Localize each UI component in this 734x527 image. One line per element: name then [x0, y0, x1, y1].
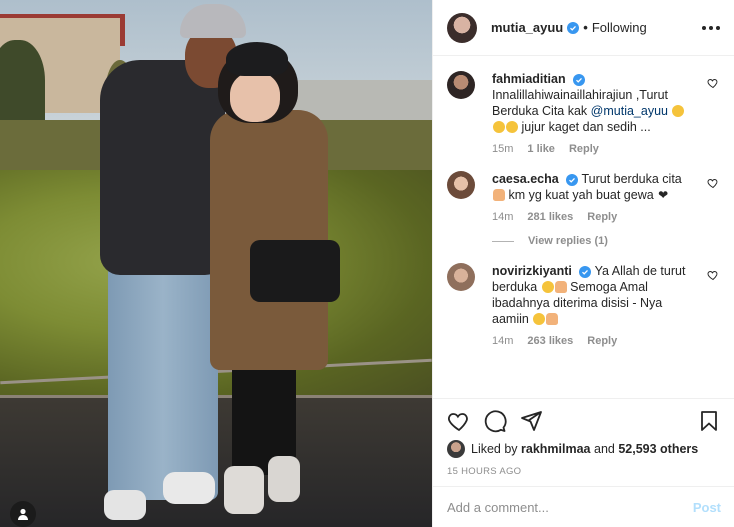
- man-shoe: [163, 472, 215, 504]
- photo-tree: [0, 40, 45, 130]
- comment-meta: 15m 1 like Reply: [492, 143, 702, 155]
- like-comment-heart-icon[interactable]: [707, 177, 719, 189]
- comment-content: jujur kaget dan sedih ...: [518, 120, 651, 134]
- woman-shoe: [268, 456, 300, 502]
- commenter-avatar[interactable]: [447, 171, 475, 199]
- verified-badge-icon: [567, 21, 580, 34]
- comment-body: novirizkiyanti Ya Allah de turut berduka…: [492, 263, 702, 347]
- liked-by-prefix: Liked by: [471, 442, 522, 456]
- comments-list[interactable]: fahmiaditian Innalillahiwainaillahirajiu…: [433, 57, 734, 397]
- praying-hands-emoji-icon: [493, 189, 505, 201]
- liker-username[interactable]: rakhmilmaa: [521, 442, 590, 456]
- add-comment-bar: Post: [433, 486, 734, 527]
- comment-time[interactable]: 14m: [492, 211, 513, 223]
- post-header: mutia_ayuu • Following: [433, 0, 734, 56]
- man-jeans: [108, 265, 218, 500]
- comment-item: novirizkiyanti Ya Allah de turut berduka…: [447, 263, 721, 347]
- comment-body: fahmiaditian Innalillahiwainaillahirajiu…: [492, 71, 702, 155]
- post-timestamp[interactable]: 15 HOURS AGO: [447, 466, 721, 477]
- share-send-icon[interactable]: [519, 409, 543, 433]
- comment-item: fahmiaditian Innalillahiwainaillahirajiu…: [447, 71, 721, 155]
- crying-emoji-icon: [541, 281, 554, 293]
- like-heart-icon[interactable]: [447, 409, 471, 433]
- comment-body: caesa.echa Turut berduka cita km yg kuat…: [492, 171, 702, 223]
- liked-by-row: Liked by rakhmilmaa and 52,593 others: [447, 440, 721, 458]
- follow-status-button[interactable]: Following: [592, 20, 647, 35]
- mention-link[interactable]: @mutia_ayuu: [591, 104, 668, 118]
- crying-emoji-icon: [493, 121, 505, 133]
- like-comment-heart-icon[interactable]: [707, 269, 719, 281]
- man-shoe: [104, 490, 146, 520]
- verified-badge-icon: [573, 73, 586, 86]
- verified-badge-icon: [566, 173, 579, 186]
- comment-content: km yg kuat yah buat gewa: [505, 188, 658, 202]
- action-icons-row: [447, 409, 721, 433]
- woman-shoe: [224, 466, 264, 514]
- reply-button[interactable]: Reply: [587, 211, 617, 223]
- commenter-username[interactable]: novirizkiyanti: [492, 264, 572, 278]
- woman-beret: [226, 42, 288, 76]
- comment-time[interactable]: 14m: [492, 335, 513, 347]
- author-avatar[interactable]: [447, 12, 477, 43]
- commenter-avatar[interactable]: [447, 71, 475, 99]
- post-photo[interactable]: [0, 0, 432, 527]
- crying-emoji-icon: [506, 121, 518, 133]
- praying-hands-emoji-icon: [554, 281, 567, 293]
- heart-emoji-icon: ❤: [658, 188, 669, 202]
- post-actions: Liked by rakhmilmaa and 52,593 others 15…: [433, 398, 734, 477]
- comment-likes[interactable]: 263 likes: [527, 335, 573, 347]
- comment-likes[interactable]: 281 likes: [527, 211, 573, 223]
- reply-button[interactable]: Reply: [569, 143, 599, 155]
- liked-by-text: Liked by rakhmilmaa and 52,593 others: [471, 442, 698, 456]
- comment-likes[interactable]: 1 like: [527, 143, 555, 155]
- view-replies-line: [492, 240, 514, 242]
- praying-hands-emoji-icon: [546, 313, 559, 325]
- comment-text: novirizkiyanti Ya Allah de turut berduka…: [492, 263, 702, 327]
- comment-time[interactable]: 15m: [492, 143, 513, 155]
- liker-avatar[interactable]: [447, 440, 465, 458]
- reply-button[interactable]: Reply: [587, 335, 617, 347]
- author-info: mutia_ayuu • Following: [491, 20, 647, 35]
- commenter-avatar[interactable]: [447, 263, 475, 291]
- comment-meta: 14m 281 likes Reply: [492, 211, 702, 223]
- commenter-username[interactable]: fahmiaditian: [492, 72, 566, 86]
- verified-badge-icon: [579, 265, 592, 278]
- commenter-username[interactable]: caesa.echa: [492, 172, 559, 186]
- woman-face: [230, 72, 280, 122]
- more-options-icon[interactable]: [702, 25, 720, 30]
- separator-dot: •: [583, 20, 588, 35]
- comment-text: fahmiaditian Innalillahiwainaillahirajiu…: [492, 71, 702, 135]
- likes-count[interactable]: 52,593 others: [618, 442, 698, 456]
- comment-content: Turut berduka cita: [581, 172, 682, 186]
- comment-text: caesa.echa Turut berduka cita km yg kuat…: [492, 171, 702, 203]
- tagged-user-icon[interactable]: [10, 501, 36, 527]
- crying-emoji-icon: [533, 313, 546, 325]
- like-comment-heart-icon[interactable]: [707, 77, 719, 89]
- comment-bubble-icon[interactable]: [483, 409, 507, 433]
- comment-item: caesa.echa Turut berduka cita km yg kuat…: [447, 171, 721, 223]
- author-username[interactable]: mutia_ayuu: [491, 20, 563, 35]
- post-comment-button[interactable]: Post: [693, 500, 721, 515]
- instagram-post: mutia_ayuu • Following fahmiaditian Inna…: [0, 0, 734, 527]
- view-replies-label: View replies (1): [528, 235, 608, 247]
- post-panel: mutia_ayuu • Following fahmiaditian Inna…: [432, 0, 734, 527]
- liked-by-and: and: [590, 442, 619, 456]
- comment-input[interactable]: [447, 499, 693, 515]
- view-replies-button[interactable]: View replies (1): [492, 235, 721, 247]
- bookmark-save-icon[interactable]: [697, 409, 721, 433]
- crying-emoji-icon: [672, 105, 685, 117]
- man-jacket: [100, 60, 225, 275]
- comment-meta: 14m 263 likes Reply: [492, 335, 702, 347]
- woman-bag: [250, 240, 340, 302]
